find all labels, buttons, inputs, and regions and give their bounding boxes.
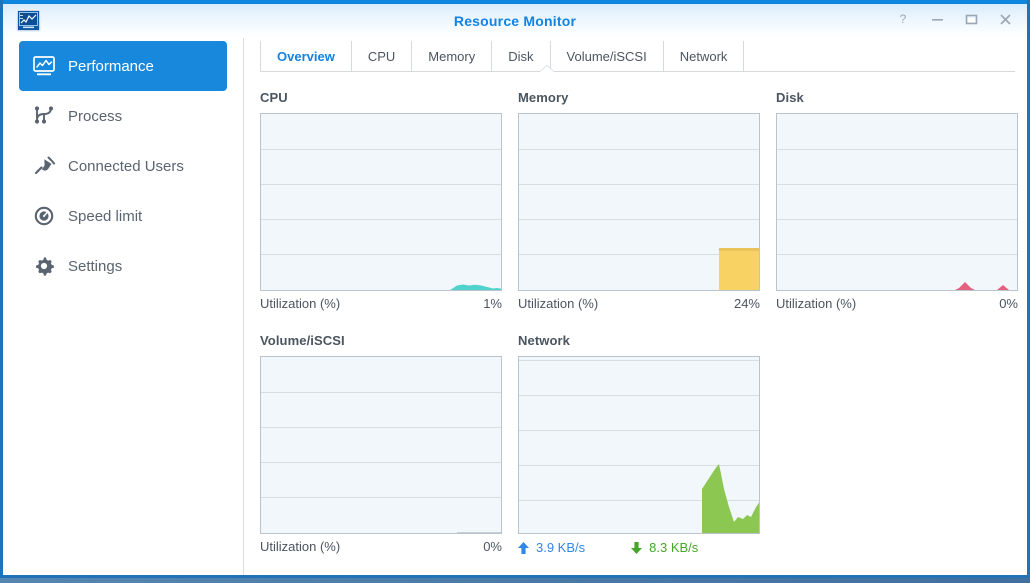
tab-underline xyxy=(260,71,1015,72)
tab-label: CPU xyxy=(367,48,396,64)
window-body: Performance Process Connected Users Spee… xyxy=(3,38,1027,575)
disk-area-series xyxy=(955,282,1009,290)
content-scrollbar[interactable] xyxy=(1021,76,1027,575)
chart-value: 1% xyxy=(483,296,502,311)
network-download-value: 8.3 KB/s xyxy=(649,540,699,555)
chart-plot-disk xyxy=(776,113,1018,291)
sidebar-item-settings[interactable]: Settings xyxy=(19,241,227,291)
chart-card-memory: Memory Utilization (%) 24% xyxy=(518,90,760,311)
chart-plot-memory xyxy=(518,113,760,291)
desktop-background: Resource Monitor ? Performance Process C… xyxy=(0,0,1030,583)
sidebar-item-process[interactable]: Process xyxy=(19,91,227,141)
chart-card-network: Network 3.9 KB/s 8.3 KB/s xyxy=(518,333,760,555)
chart-title: Network xyxy=(518,333,570,348)
tab-label: Memory xyxy=(428,48,476,64)
tab-overview[interactable]: Overview xyxy=(260,41,352,71)
network-upload-stat: 3.9 KB/s xyxy=(518,540,585,555)
sidebar-item-speed-limit[interactable]: Speed limit xyxy=(19,191,227,241)
sidebar: Performance Process Connected Users Spee… xyxy=(3,38,244,575)
chart-footer-cpu: Utilization (%) 1% xyxy=(260,296,502,311)
charts-grid: CPU Utilization (%) 1% Memory Utilizatio… xyxy=(260,90,1019,575)
memory-area-series xyxy=(719,248,759,290)
sidebar-item-label: Connected Users xyxy=(68,157,184,175)
minimize-button[interactable] xyxy=(931,12,945,26)
tab-cpu[interactable]: CPU xyxy=(352,41,413,71)
window-controls: ? xyxy=(897,12,1013,26)
chart-plot-network xyxy=(518,356,760,534)
chart-title: Disk xyxy=(776,90,804,105)
monitor-graph-icon xyxy=(33,55,55,77)
gear-icon xyxy=(33,255,55,277)
chart-plot-volume-iscsi xyxy=(260,356,502,534)
row-spacer xyxy=(260,311,1019,333)
network-area-series xyxy=(702,464,759,533)
chart-value: 24% xyxy=(733,296,760,311)
network-download-stat: 8.3 KB/s xyxy=(631,540,698,555)
arrow-down-icon xyxy=(631,541,643,554)
sidebar-item-label: Performance xyxy=(68,57,154,75)
chart-footer-disk: Utilization (%) 0% xyxy=(776,296,1018,311)
arrow-up-icon xyxy=(518,541,529,554)
chart-title: CPU xyxy=(260,90,288,105)
sidebar-item-connected-users[interactable]: Connected Users xyxy=(19,141,227,191)
active-tab-caret xyxy=(540,66,554,72)
chart-value: 0% xyxy=(483,539,502,554)
plug-icon xyxy=(33,155,55,177)
chart-title: Memory xyxy=(518,90,569,105)
chart-footer-network: 3.9 KB/s 8.3 KB/s xyxy=(518,540,760,555)
chart-value: 0% xyxy=(999,296,1018,311)
process-nodes-icon xyxy=(33,105,55,127)
chart-footer-memory: Utilization (%) 24% xyxy=(518,296,760,311)
tab-bar: Overview CPU Memory Disk Volume/iSCSI Ne… xyxy=(244,41,1027,71)
chart-axis-label: Utilization (%) xyxy=(776,296,857,311)
tab-label: Network xyxy=(679,48,728,64)
chart-axis-label: Utilization (%) xyxy=(518,296,599,311)
window-titlebar[interactable]: Resource Monitor ? xyxy=(3,0,1027,38)
svg-text:?: ? xyxy=(900,12,907,26)
sidebar-item-performance[interactable]: Performance xyxy=(19,41,227,91)
window-title: Resource Monitor xyxy=(453,13,577,29)
speedometer-icon xyxy=(33,205,55,227)
tab-label: Volume/iSCSI xyxy=(566,48,647,64)
chart-plot-cpu xyxy=(260,113,502,291)
cpu-area-series xyxy=(450,284,501,290)
chart-footer-volume-iscsi: Utilization (%) 0% xyxy=(260,539,502,554)
chart-card-disk: Disk Utilization (%) 0% xyxy=(776,90,1018,311)
sidebar-item-label: Speed limit xyxy=(68,207,143,225)
tab-network[interactable]: Network xyxy=(664,41,745,71)
volume-area-series xyxy=(457,532,501,533)
charts-row-1: CPU Utilization (%) 1% Memory Utilizatio… xyxy=(260,90,1019,311)
tab-label: Disk xyxy=(508,48,534,64)
tab-volume-iscsi[interactable]: Volume/iSCSI xyxy=(551,41,664,71)
close-button[interactable] xyxy=(999,12,1013,26)
tab-memory[interactable]: Memory xyxy=(412,41,493,71)
chart-title: Volume/iSCSI xyxy=(260,333,345,348)
sidebar-item-label: Process xyxy=(68,107,123,125)
charts-row-2: Volume/iSCSI Utilization (%) 0% Network … xyxy=(260,333,1019,555)
maximize-button[interactable] xyxy=(965,12,979,26)
sidebar-item-label: Settings xyxy=(68,257,123,275)
network-upload-value: 3.9 KB/s xyxy=(536,540,586,555)
content-area: Overview CPU Memory Disk Volume/iSCSI Ne… xyxy=(244,38,1027,575)
chart-axis-label: Utilization (%) xyxy=(260,296,341,311)
resource-monitor-window: Resource Monitor ? Performance Process C… xyxy=(0,0,1030,578)
chart-card-cpu: CPU Utilization (%) 1% xyxy=(260,90,502,311)
chart-card-volume-iscsi: Volume/iSCSI Utilization (%) 0% xyxy=(260,333,502,555)
help-button[interactable]: ? xyxy=(897,12,911,26)
chart-axis-label: Utilization (%) xyxy=(260,539,341,554)
tab-label: Overview xyxy=(277,48,335,64)
